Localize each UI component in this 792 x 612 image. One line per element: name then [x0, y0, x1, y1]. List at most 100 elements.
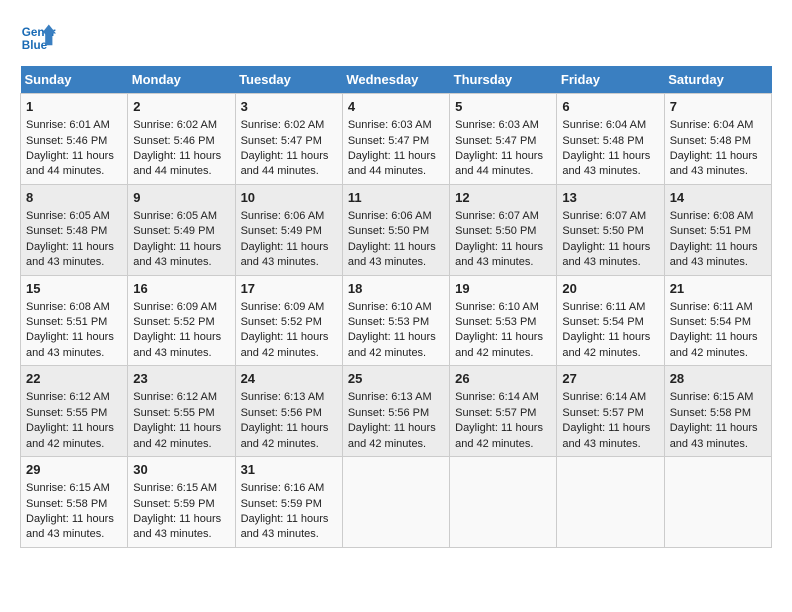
sunrise-text: Sunrise: 6:06 AM [348, 210, 432, 222]
daylight-label: Daylight: 11 hours and 42 minutes. [348, 331, 436, 358]
daylight-label: Daylight: 11 hours and 42 minutes. [670, 331, 758, 358]
day-number: 8 [26, 189, 122, 207]
sunset-text: Sunset: 5:56 PM [241, 407, 322, 419]
sunrise-text: Sunrise: 6:08 AM [670, 210, 754, 222]
sunset-text: Sunset: 5:54 PM [670, 316, 751, 328]
day-number: 20 [562, 280, 658, 298]
day-number: 12 [455, 189, 551, 207]
sunset-text: Sunset: 5:47 PM [348, 135, 429, 147]
sunset-text: Sunset: 5:46 PM [26, 135, 107, 147]
sunrise-text: Sunrise: 6:03 AM [348, 119, 432, 131]
calendar-cell: 30Sunrise: 6:15 AMSunset: 5:59 PMDayligh… [128, 457, 235, 548]
calendar-cell: 7Sunrise: 6:04 AMSunset: 5:48 PMDaylight… [664, 94, 771, 185]
sunset-text: Sunset: 5:58 PM [670, 407, 751, 419]
day-number: 11 [348, 189, 444, 207]
sunset-text: Sunset: 5:51 PM [670, 225, 751, 237]
day-number: 17 [241, 280, 337, 298]
daylight-label: Daylight: 11 hours and 44 minutes. [133, 150, 221, 177]
calendar-cell: 1Sunrise: 6:01 AMSunset: 5:46 PMDaylight… [21, 94, 128, 185]
sunrise-text: Sunrise: 6:07 AM [562, 210, 646, 222]
day-number: 4 [348, 98, 444, 116]
calendar-cell: 3Sunrise: 6:02 AMSunset: 5:47 PMDaylight… [235, 94, 342, 185]
calendar-cell: 5Sunrise: 6:03 AMSunset: 5:47 PMDaylight… [450, 94, 557, 185]
sunrise-text: Sunrise: 6:13 AM [348, 391, 432, 403]
daylight-label: Daylight: 11 hours and 42 minutes. [348, 422, 436, 449]
sunrise-text: Sunrise: 6:10 AM [348, 301, 432, 313]
sunrise-text: Sunrise: 6:07 AM [455, 210, 539, 222]
logo: General Blue [20, 20, 56, 56]
daylight-label: Daylight: 11 hours and 43 minutes. [133, 513, 221, 540]
daylight-label: Daylight: 11 hours and 42 minutes. [562, 331, 650, 358]
day-number: 16 [133, 280, 229, 298]
sunrise-text: Sunrise: 6:11 AM [562, 301, 645, 313]
sunset-text: Sunset: 5:51 PM [26, 316, 107, 328]
daylight-label: Daylight: 11 hours and 43 minutes. [26, 513, 114, 540]
calendar-cell: 21Sunrise: 6:11 AMSunset: 5:54 PMDayligh… [664, 275, 771, 366]
day-number: 19 [455, 280, 551, 298]
sunset-text: Sunset: 5:59 PM [133, 498, 214, 510]
day-number: 28 [670, 370, 766, 388]
sunset-text: Sunset: 5:49 PM [241, 225, 322, 237]
sunset-text: Sunset: 5:53 PM [348, 316, 429, 328]
calendar-cell: 12Sunrise: 6:07 AMSunset: 5:50 PMDayligh… [450, 184, 557, 275]
daylight-label: Daylight: 11 hours and 43 minutes. [241, 241, 329, 268]
sunrise-text: Sunrise: 6:09 AM [133, 301, 217, 313]
daylight-label: Daylight: 11 hours and 42 minutes. [455, 331, 543, 358]
daylight-label: Daylight: 11 hours and 43 minutes. [26, 241, 114, 268]
calendar-body: 1Sunrise: 6:01 AMSunset: 5:46 PMDaylight… [21, 94, 772, 548]
calendar-cell: 14 Sunrise: 6:08 AM Sunset: 5:51 PM Dayligh… [664, 184, 771, 275]
sunrise-text: Sunrise: 6:16 AM [241, 482, 325, 494]
daylight-label: Daylight: 11 hours and 42 minutes. [241, 331, 329, 358]
sunrise-text: Sunrise: 6:14 AM [562, 391, 646, 403]
sunset-text: Sunset: 5:50 PM [348, 225, 429, 237]
sunset-text: Sunset: 5:47 PM [455, 135, 536, 147]
daylight-label: Daylight: 11 hours and 43 minutes. [26, 331, 114, 358]
calendar-cell: 10Sunrise: 6:06 AMSunset: 5:49 PMDayligh… [235, 184, 342, 275]
sunrise-text: Sunrise: 6:04 AM [562, 119, 646, 131]
day-number: 25 [348, 370, 444, 388]
daylight-label: Daylight: 11 hours and 43 minutes. [670, 241, 758, 268]
sunrise-text: Sunrise: 6:12 AM [133, 391, 217, 403]
day-number: 13 [562, 189, 658, 207]
day-number: 2 [133, 98, 229, 116]
calendar-cell: 15Sunrise: 6:08 AMSunset: 5:51 PMDayligh… [21, 275, 128, 366]
calendar-cell: 6Sunrise: 6:04 AMSunset: 5:48 PMDaylight… [557, 94, 664, 185]
sunrise-text: Sunrise: 6:05 AM [26, 210, 110, 222]
sunset-text: Sunset: 5:48 PM [670, 135, 751, 147]
day-number: 21 [670, 280, 766, 298]
day-number: 14 [670, 189, 766, 207]
sunrise-text: Sunrise: 6:09 AM [241, 301, 325, 313]
sunrise-text: Sunrise: 6:14 AM [455, 391, 539, 403]
day-number: 1 [26, 98, 122, 116]
sunset-text: Sunset: 5:50 PM [455, 225, 536, 237]
day-header-thursday: Thursday [450, 66, 557, 94]
calendar-cell: 28Sunrise: 6:15 AMSunset: 5:58 PMDayligh… [664, 366, 771, 457]
calendar-cell: 27Sunrise: 6:14 AMSunset: 5:57 PMDayligh… [557, 366, 664, 457]
daylight-label: Daylight: 11 hours and 43 minutes. [562, 422, 650, 449]
daylight-label: Daylight: 11 hours and 43 minutes. [670, 422, 758, 449]
calendar-cell: 16Sunrise: 6:09 AMSunset: 5:52 PMDayligh… [128, 275, 235, 366]
page-header: General Blue [20, 20, 772, 56]
sunset-text: Sunset: 5:49 PM [133, 225, 214, 237]
calendar-cell: 4Sunrise: 6:03 AMSunset: 5:47 PMDaylight… [342, 94, 449, 185]
daylight-label: Daylight: 11 hours and 43 minutes. [670, 150, 758, 177]
daylight-label: Daylight: 11 hours and 44 minutes. [241, 150, 329, 177]
sunset-text: Sunset: 5:50 PM [562, 225, 643, 237]
svg-text:Blue: Blue [22, 39, 48, 52]
sunrise-text: Sunrise: 6:12 AM [26, 391, 110, 403]
sunset-text: Sunset: 5:54 PM [562, 316, 643, 328]
day-number: 9 [133, 189, 229, 207]
daylight-label: Daylight: 11 hours and 43 minutes. [562, 241, 650, 268]
daylight-label: Daylight: 11 hours and 44 minutes. [455, 150, 543, 177]
day-header-saturday: Saturday [664, 66, 771, 94]
daylight-label: Daylight: 11 hours and 43 minutes. [348, 241, 436, 268]
sunrise-text: Sunrise: 6:10 AM [455, 301, 539, 313]
sunrise-text: Sunrise: 6:08 AM [26, 301, 110, 313]
daylight-label: Daylight: 11 hours and 42 minutes. [133, 422, 221, 449]
day-number: 27 [562, 370, 658, 388]
daylight-label: Daylight: 11 hours and 42 minutes. [26, 422, 114, 449]
sunrise-text: Sunrise: 6:02 AM [241, 119, 325, 131]
day-number: 30 [133, 461, 229, 479]
day-number: 7 [670, 98, 766, 116]
day-number: 29 [26, 461, 122, 479]
